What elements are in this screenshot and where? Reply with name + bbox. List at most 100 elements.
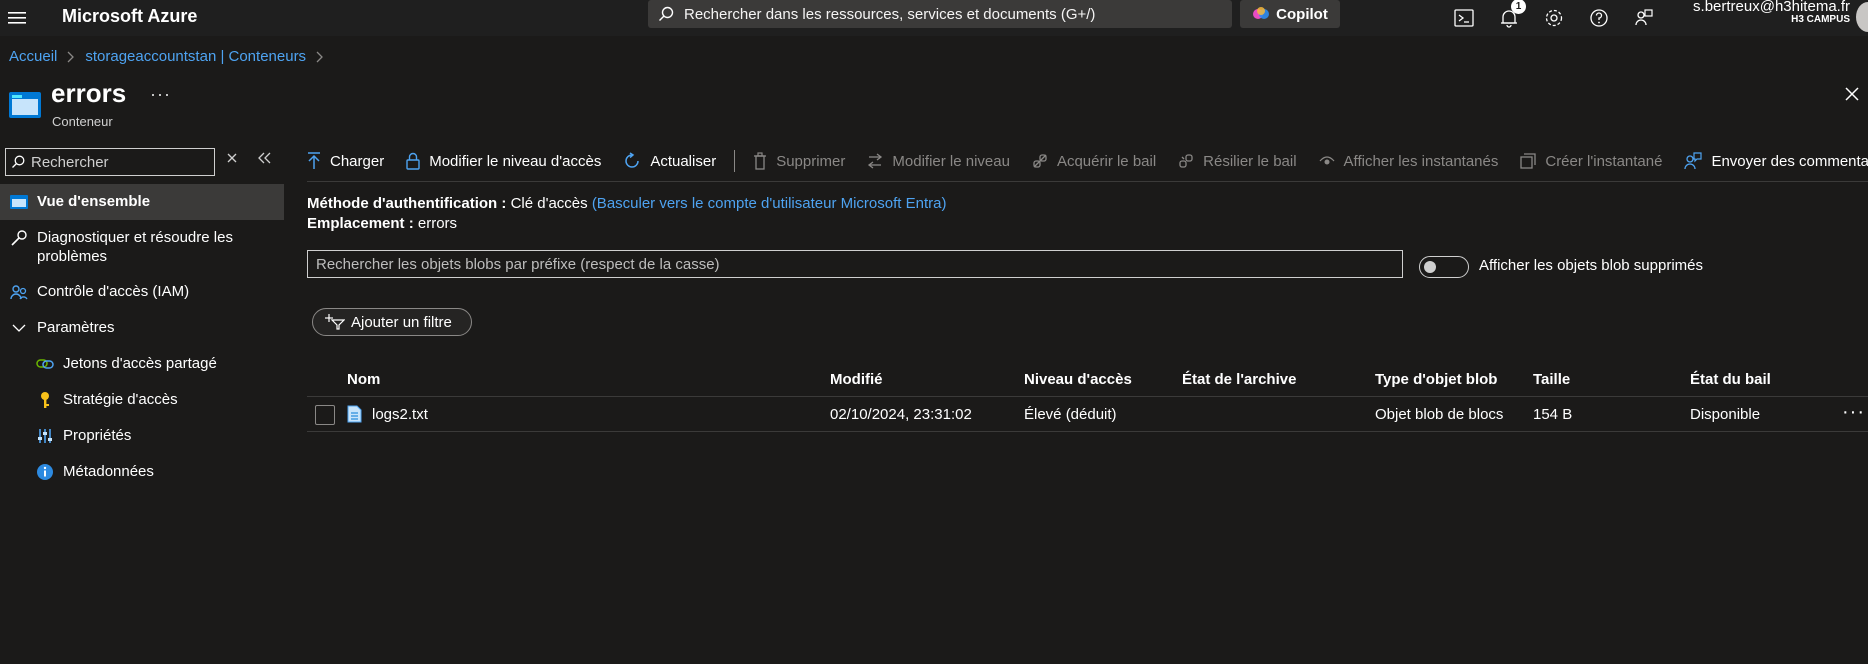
location: Emplacement : errors: [307, 215, 457, 232]
brand-name[interactable]: Microsoft Azure: [62, 6, 197, 27]
show-deleted-label: Afficher les objets blob supprimés: [1479, 257, 1704, 274]
info-icon: [35, 462, 55, 482]
refresh-button[interactable]: Actualiser: [623, 152, 716, 170]
container-icon: [9, 192, 29, 212]
break-lease-button[interactable]: Résilier le bail: [1178, 153, 1297, 170]
delete-button[interactable]: Supprimer: [753, 152, 845, 170]
table-row[interactable]: logs2.txt 02/10/2024, 23:31:02 Élevé (dé…: [307, 397, 1868, 432]
collapse-sidebar-icon[interactable]: [258, 152, 272, 164]
blob-lease-state: Disponible: [1690, 406, 1761, 423]
column-header-lease-state[interactable]: État du bail: [1690, 371, 1771, 388]
avatar[interactable]: [1856, 2, 1868, 32]
sidebar-section-settings[interactable]: Paramètres: [0, 310, 284, 346]
add-filter-icon: [325, 314, 345, 330]
breadcrumb-home[interactable]: Accueil: [9, 48, 57, 65]
sidebar-item-properties[interactable]: Propriétés: [0, 418, 284, 454]
row-checkbox[interactable]: [315, 405, 335, 425]
sidebar-item-metadata[interactable]: Métadonnées: [0, 454, 284, 490]
toolbar-divider-line: [307, 181, 1868, 182]
text-file-icon: [347, 405, 362, 423]
snapshot-icon: [1520, 153, 1537, 169]
sidebar-item-sas[interactable]: Jetons d'accès partagé: [0, 346, 284, 382]
column-header-size[interactable]: Taille: [1533, 371, 1570, 388]
acquire-lease-label: Acquérir le bail: [1056, 152, 1157, 170]
row-more-options-icon[interactable]: ···: [1842, 401, 1865, 424]
user-account[interactable]: s.bertreux@h3hitema.fr H3 CAMPUS: [1620, 0, 1850, 25]
hamburger-menu-icon[interactable]: [6, 6, 30, 30]
change-access-level-button[interactable]: Modifier le niveau d'accès: [406, 152, 601, 170]
add-filter-button[interactable]: Ajouter un filtre: [312, 308, 472, 336]
blob-access-tier: Élevé (déduit): [1024, 406, 1117, 423]
blob-prefix-search-input[interactable]: [308, 255, 1376, 273]
acquire-lease-button[interactable]: Acquérir le bail: [1032, 153, 1156, 170]
upload-icon: [307, 152, 321, 170]
change-tier-label: Modifier le niveau: [892, 152, 1010, 170]
break-link-icon: [1178, 153, 1194, 169]
column-header-name[interactable]: Nom: [347, 371, 380, 388]
column-header-modified[interactable]: Modifié: [830, 371, 883, 388]
sidebar-item-overview[interactable]: Vue d'ensemble: [0, 184, 284, 220]
location-label: Emplacement :: [307, 215, 414, 232]
column-header-blob-type[interactable]: Type d'objet blob: [1375, 371, 1497, 388]
page-title: errors: [51, 78, 127, 108]
link-icon: [35, 354, 55, 374]
sidebar-item-label: Propriétés: [63, 427, 132, 444]
global-search[interactable]: [648, 0, 1232, 28]
toolbar-divider: [734, 150, 736, 172]
change-tier-button[interactable]: Modifier le niveau: [867, 153, 1010, 170]
blob-name[interactable]: logs2.txt: [372, 406, 428, 423]
copilot-button[interactable]: Copilot: [1240, 0, 1340, 28]
breadcrumb-storage-account[interactable]: storageaccountstan | Conteneurs: [85, 48, 306, 65]
cloud-shell-icon[interactable]: [1451, 5, 1477, 31]
notification-badge: 1: [1511, 0, 1526, 14]
notifications-icon[interactable]: 1: [1496, 0, 1526, 31]
close-icon[interactable]: [1844, 86, 1860, 102]
sidebar-item-diagnose[interactable]: Diagnostiquer et résoudre les problèmes: [0, 220, 284, 274]
user-email: s.bertreux@h3hitema.fr: [1693, 0, 1850, 15]
switch-auth-link[interactable]: (Basculer vers le compte d'utilisateur M…: [592, 195, 947, 212]
breadcrumb: Accueil storageaccountstan | Conteneurs: [9, 48, 334, 65]
column-header-archive-status[interactable]: État de l'archive: [1182, 371, 1296, 388]
blob-prefix-search[interactable]: [307, 250, 1403, 278]
refresh-icon: [623, 152, 641, 170]
sidebar-search[interactable]: [5, 148, 215, 176]
sidebar-item-label: Diagnostiquer et résoudre les problèmes: [37, 229, 233, 265]
auth-method: Méthode d'authentification : Clé d'accès…: [307, 195, 946, 212]
column-header-access-tier[interactable]: Niveau d'accès: [1024, 371, 1132, 388]
location-value: errors: [417, 215, 458, 232]
properties-icon: [35, 426, 55, 446]
more-options-icon[interactable]: ···: [150, 84, 171, 105]
container-resource-icon: [9, 92, 41, 118]
eye-icon: [1319, 155, 1335, 167]
search-icon: [658, 6, 674, 22]
settings-gear-icon[interactable]: [1541, 5, 1567, 31]
lock-icon: [406, 152, 420, 170]
chevron-right-icon: [67, 51, 75, 63]
wrench-icon: [9, 228, 29, 248]
blob-size: 154 B: [1533, 406, 1573, 423]
swap-icon: [867, 153, 883, 169]
send-feedback-button[interactable]: Envoyer des commentaires: [1684, 152, 1868, 170]
sidebar-item-label: Jetons d'accès partagé: [63, 355, 217, 372]
upload-label: Charger: [330, 152, 385, 170]
show-deleted-toggle[interactable]: [1419, 256, 1469, 278]
send-feedback-label: Envoyer des commentaires: [1711, 152, 1868, 170]
view-snapshots-label: Afficher les instantanés: [1343, 152, 1499, 170]
clear-icon[interactable]: [226, 152, 238, 164]
view-snapshots-button[interactable]: Afficher les instantanés: [1319, 152, 1499, 170]
create-snapshot-label: Créer l'instantané: [1545, 152, 1663, 170]
top-bar: Microsoft Azure Copilot 1 s.bertreux@h3h…: [0, 0, 1868, 36]
page-subtitle: Conteneur: [52, 114, 113, 129]
upload-button[interactable]: Charger: [307, 152, 384, 170]
sidebar-item-label: Métadonnées: [63, 463, 154, 480]
table-header: Nom Modifié Niveau d'accès État de l'arc…: [307, 362, 1868, 397]
sidebar-search-input[interactable]: [31, 153, 201, 171]
help-icon[interactable]: [1586, 5, 1612, 31]
sidebar-item-access-policy[interactable]: Stratégie d'accès: [0, 382, 284, 418]
global-search-input[interactable]: [684, 5, 1204, 23]
sidebar-item-label: Paramètres: [37, 319, 115, 336]
trash-icon: [753, 152, 767, 170]
add-filter-label: Ajouter un filtre: [351, 313, 452, 331]
sidebar-item-iam[interactable]: Contrôle d'accès (IAM): [0, 274, 284, 310]
create-snapshot-button[interactable]: Créer l'instantané: [1520, 153, 1662, 170]
